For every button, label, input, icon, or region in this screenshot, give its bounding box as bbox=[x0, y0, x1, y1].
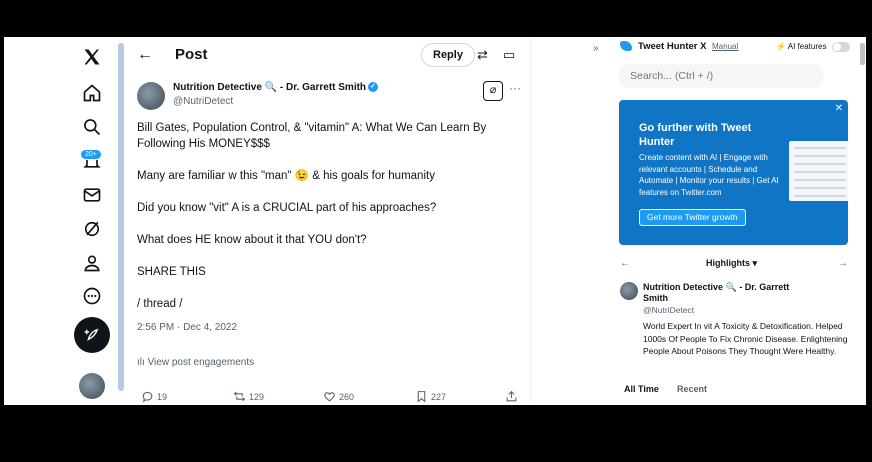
promo-banner: ✕ Go further with Tweet Hunter Create co… bbox=[619, 100, 848, 245]
heart-icon bbox=[324, 392, 335, 402]
profile-person-icon[interactable] bbox=[78, 249, 106, 277]
notifications-badge: 20+ bbox=[80, 149, 102, 160]
post-detail-column: ← Post Reply ⇄ ▭ Nutrition Detective 🔍 -… bbox=[125, 37, 531, 405]
highlight-profile-handle[interactable]: @NutriDetect bbox=[643, 305, 694, 315]
reader-view-icon[interactable]: ▭ bbox=[503, 47, 515, 63]
repost-action[interactable]: 129 bbox=[233, 390, 264, 403]
like-action[interactable]: 260 bbox=[323, 390, 354, 403]
share-action[interactable] bbox=[505, 390, 518, 403]
post-timestamp[interactable]: 2:56 PM · Dec 4, 2022 bbox=[137, 322, 237, 333]
promo-description: Create content with AI | Engage with rel… bbox=[639, 153, 779, 197]
manual-link[interactable]: Manual bbox=[712, 42, 738, 51]
post-text-line: Bill Gates, Population Control, & "vitam… bbox=[137, 122, 487, 134]
post-text-line: Following His MONEY$$$ bbox=[137, 138, 270, 150]
lightning-icon: ⚡ bbox=[776, 42, 786, 51]
grok-icon[interactable] bbox=[78, 215, 106, 243]
messages-mail-icon[interactable] bbox=[78, 181, 106, 209]
settings-sliders-icon[interactable]: ⇄ bbox=[477, 47, 488, 63]
extension-scrollbar[interactable] bbox=[860, 43, 865, 65]
extension-search-input[interactable] bbox=[618, 64, 824, 88]
highlight-profile-name[interactable]: Nutrition Detective 🔍 - Dr. Garrett Smit… bbox=[643, 282, 793, 304]
ai-features-label: ⚡ AI features bbox=[776, 42, 826, 51]
verified-badge-icon: ✓ bbox=[368, 82, 379, 93]
more-dots-icon[interactable]: ··· bbox=[509, 81, 521, 95]
feather-plus-icon bbox=[84, 328, 99, 341]
x-logo-icon[interactable] bbox=[78, 43, 106, 71]
account-avatar[interactable] bbox=[79, 373, 105, 399]
like-count: 260 bbox=[339, 391, 355, 402]
engagements-label: View post engagements bbox=[147, 357, 255, 368]
author-avatar[interactable] bbox=[137, 82, 165, 110]
bookmark-count: 227 bbox=[431, 391, 447, 402]
app-preview-image bbox=[789, 141, 848, 201]
post-text-line: What does HE know about it that YOU don'… bbox=[137, 234, 367, 246]
more-options-icon[interactable] bbox=[78, 282, 106, 310]
grok-explain-icon[interactable]: ⌀ bbox=[483, 81, 503, 101]
reply-bubble-icon bbox=[142, 391, 153, 403]
home-icon[interactable] bbox=[78, 79, 106, 107]
bookmark-action[interactable]: 227 bbox=[415, 390, 446, 403]
highlight-avatar[interactable] bbox=[620, 282, 638, 300]
bar-chart-icon: ılı bbox=[137, 357, 145, 368]
share-upload-icon bbox=[506, 390, 517, 402]
explore-search-icon[interactable] bbox=[78, 113, 106, 141]
repost-count: 129 bbox=[249, 391, 265, 402]
ai-features-text: AI features bbox=[787, 42, 827, 51]
tweet-hunter-logo-icon bbox=[620, 41, 632, 51]
back-arrow-icon[interactable]: ← bbox=[137, 46, 153, 64]
promo-title: Go further with Tweet Hunter bbox=[639, 122, 752, 148]
highlight-profile-bio: World Expert In vit A Toxicity & Detoxif… bbox=[643, 321, 848, 356]
close-icon[interactable]: ✕ bbox=[835, 103, 843, 114]
post-text-line: / thread / bbox=[137, 298, 183, 310]
left-sidebar: 20+ bbox=[4, 37, 122, 405]
tweet-hunter-panel: Tweet Hunter X Manual ⚡ AI features ✕ Go… bbox=[612, 37, 866, 405]
page-title: Post bbox=[175, 46, 208, 63]
browser-viewport: 20+ ← Post Reply ⇄ ▭ Nutrition Detective bbox=[4, 37, 866, 405]
collapse-panel-icon[interactable]: » bbox=[593, 43, 599, 54]
compose-post-button[interactable] bbox=[74, 317, 110, 353]
page-scrollbar[interactable] bbox=[118, 43, 124, 391]
prev-arrow-icon[interactable]: ← bbox=[620, 258, 630, 269]
reply-button[interactable]: Reply bbox=[421, 43, 475, 67]
tab-all-time[interactable]: All Time bbox=[624, 384, 659, 394]
view-engagements-link[interactable]: ılı View post engagements bbox=[137, 357, 254, 368]
post-text-line: Many are familiar w this "man" 😉 & his g… bbox=[137, 170, 435, 182]
get-growth-button[interactable]: Get more Twitter growth bbox=[639, 209, 746, 226]
reply-count: 19 bbox=[157, 391, 168, 402]
reply-action[interactable]: 19 bbox=[141, 390, 167, 403]
author-handle[interactable]: @NutriDetect bbox=[173, 96, 233, 107]
highlights-dropdown[interactable]: Highlights ▾ bbox=[706, 258, 757, 269]
ai-features-toggle[interactable] bbox=[832, 42, 850, 52]
author-name[interactable]: Nutrition Detective 🔍 - Dr. Garrett Smit… bbox=[173, 82, 379, 93]
extension-title: Tweet Hunter X bbox=[638, 41, 707, 52]
post-text-line: SHARE THIS bbox=[137, 266, 206, 278]
bookmark-icon bbox=[417, 391, 426, 403]
next-arrow-icon[interactable]: → bbox=[838, 258, 848, 269]
author-name-text: Nutrition Detective 🔍 - Dr. Garrett Smit… bbox=[173, 82, 367, 93]
tab-recent[interactable]: Recent bbox=[677, 384, 707, 394]
post-header: ← Post Reply ⇄ ▭ bbox=[125, 37, 531, 73]
repost-icon bbox=[233, 391, 246, 402]
post-text-line: Did you know "vit" A is a CRUCIAL part o… bbox=[137, 202, 437, 214]
